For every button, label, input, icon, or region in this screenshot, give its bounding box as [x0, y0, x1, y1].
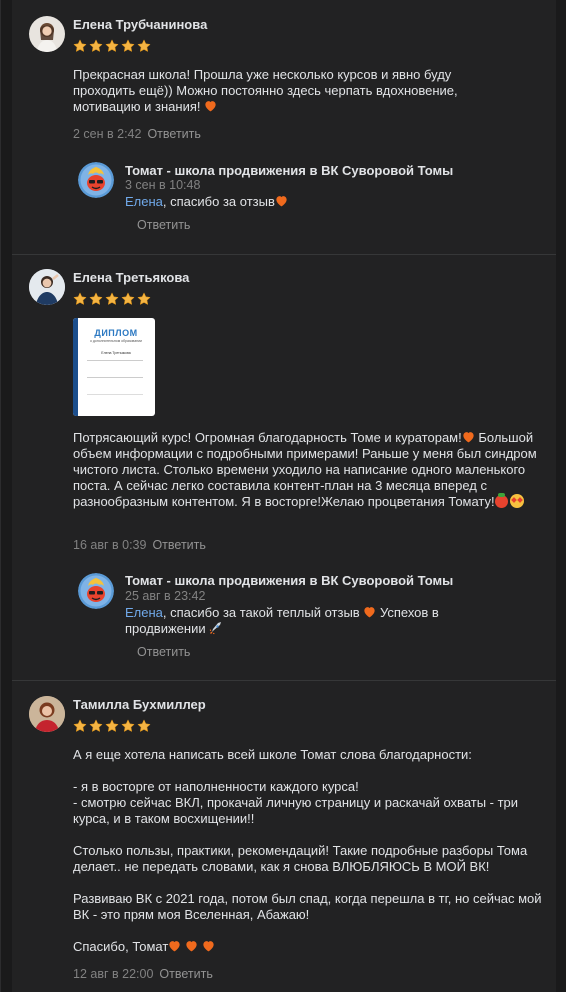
page-edge — [0, 0, 1, 992]
response-author[interactable]: Томат - школа продвижения в ВК Суворовой… — [125, 163, 453, 178]
star-icon — [89, 292, 103, 306]
response-reply-button[interactable]: Ответить — [137, 645, 190, 659]
star-icon — [121, 39, 135, 53]
star-icon — [73, 292, 87, 306]
star-icon — [105, 292, 119, 306]
diploma-footer — [87, 394, 143, 403]
response-reply-button[interactable]: Ответить — [137, 218, 190, 232]
mention-link[interactable]: Елена — [125, 605, 163, 620]
review-text: Прекрасная школа! Прошла уже несколько к… — [73, 67, 458, 114]
avatar[interactable] — [29, 696, 65, 732]
star-icon — [121, 719, 135, 733]
review-text: Потрясающий курс! Огромная благодарность… — [73, 430, 537, 509]
orange-heart-icon — [363, 606, 376, 618]
orange-heart-icon — [202, 940, 215, 952]
orange-heart-icon — [168, 940, 181, 952]
orange-heart-icon — [275, 195, 288, 207]
reviews-panel: Елена Трубчанинова Прекрасная школа! Про… — [12, 0, 556, 992]
reply-button[interactable]: Ответить — [147, 127, 200, 141]
reply-button[interactable]: Ответить — [159, 967, 212, 981]
orange-heart-icon — [185, 940, 198, 952]
star-icon — [121, 292, 135, 306]
community-avatar[interactable] — [78, 573, 114, 609]
tomato-icon — [78, 162, 114, 198]
diploma-image[interactable]: ДИПЛОМ о дополнительном образовании Елен… — [73, 318, 155, 416]
review-author[interactable]: Елена Трубчанинова — [73, 17, 207, 32]
tomato-icon — [78, 573, 114, 609]
avatar[interactable] — [29, 16, 65, 52]
star-icon — [137, 292, 151, 306]
divider — [12, 680, 556, 681]
diploma-left-stripe — [73, 318, 78, 416]
reply-button[interactable]: Ответить — [152, 538, 205, 552]
rocket-icon — [209, 621, 223, 635]
review-date[interactable]: 2 сен в 2:42 — [73, 127, 141, 141]
review-text: А я еще хотела написать всей школе Томат… — [73, 747, 542, 954]
review-author[interactable]: Елена Третьякова — [73, 270, 189, 285]
star-icon — [137, 719, 151, 733]
star-struck-emoji-icon — [509, 494, 524, 508]
diploma-name: Елена Третьякова — [101, 351, 131, 355]
rating-stars — [73, 292, 151, 306]
orange-heart-icon — [204, 100, 217, 112]
star-icon — [73, 39, 87, 53]
review-author[interactable]: Тамилла Бухмиллер — [73, 697, 206, 712]
diploma-lines — [87, 360, 143, 378]
tomato-icon — [494, 493, 508, 508]
star-icon — [105, 719, 119, 733]
response-date[interactable]: 3 сен в 10:48 — [125, 178, 200, 192]
rating-stars — [73, 39, 151, 53]
response-text: Елена, спасибо за такой теплый отзыв Усп… — [125, 605, 439, 636]
avatar[interactable] — [29, 269, 65, 305]
mention-link[interactable]: Елена — [125, 194, 163, 209]
review-meta: 12 авг в 22:00 Ответить — [73, 967, 213, 981]
response-text: Елена, спасибо за отзыв — [125, 194, 525, 210]
rating-stars — [73, 719, 151, 733]
review-date[interactable]: 12 авг в 22:00 — [73, 967, 153, 981]
community-avatar[interactable] — [78, 162, 114, 198]
star-icon — [73, 719, 87, 733]
star-icon — [137, 39, 151, 53]
review-date[interactable]: 16 авг в 0:39 — [73, 538, 146, 552]
review-meta: 2 сен в 2:42 Ответить — [73, 127, 201, 141]
divider — [12, 254, 556, 255]
star-icon — [89, 719, 103, 733]
diploma-title: ДИПЛОМ — [94, 328, 138, 338]
response-date[interactable]: 25 авг в 23:42 — [125, 589, 205, 603]
response-author[interactable]: Томат - школа продвижения в ВК Суворовой… — [125, 573, 453, 588]
orange-heart-icon — [462, 431, 475, 443]
star-icon — [105, 39, 119, 53]
star-icon — [89, 39, 103, 53]
diploma-subtitle: о дополнительном образовании — [89, 339, 143, 343]
review-meta: 16 авг в 0:39 Ответить — [73, 538, 206, 552]
